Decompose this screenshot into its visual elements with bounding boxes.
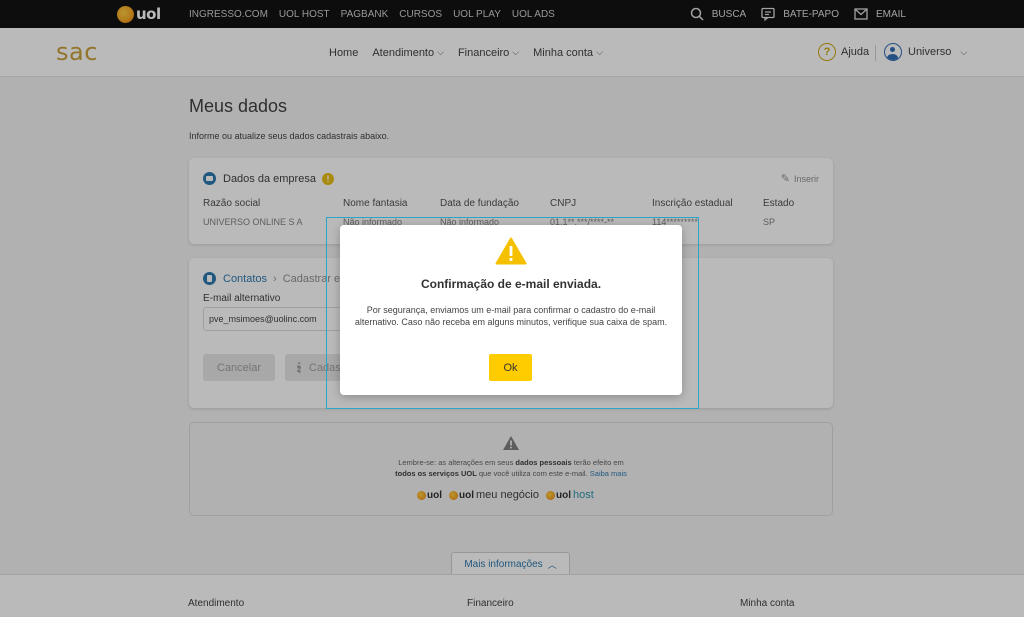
dialog-message: Por segurança, enviamos um e-mail para c…: [354, 305, 668, 327]
warning-icon: [495, 237, 527, 265]
dialog-title: Confirmação de e-mail enviada.: [420, 277, 602, 291]
ok-button[interactable]: Ok: [489, 354, 532, 381]
confirmation-dialog: Confirmação de e-mail enviada. Por segur…: [340, 225, 682, 395]
